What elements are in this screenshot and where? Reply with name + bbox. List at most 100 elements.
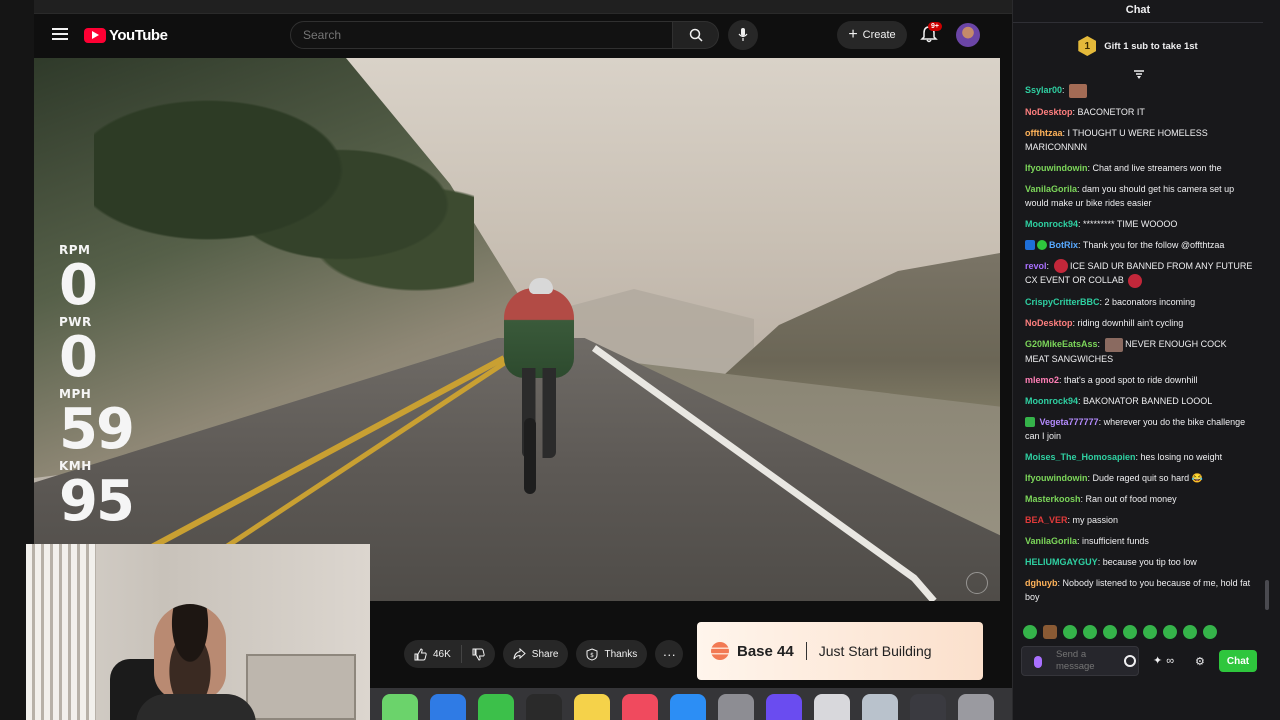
chat-message: revol: ICE SAID UR BANNED FROM ANY FUTUR… [1025,259,1253,288]
emote-button[interactable] [1043,625,1057,639]
chat-username[interactable]: offthtzaa [1025,128,1063,138]
chat-message-input[interactable] [1056,649,1118,675]
chat-text: BAKONATOR BANNED LOOOL [1083,395,1213,406]
messages-app-icon[interactable] [382,694,418,720]
chat-username[interactable]: Moonrock94 [1025,219,1078,229]
search-box [290,21,673,49]
chat-message: Vegeta777777: wherever you do the bike c… [1025,415,1253,443]
chat-username[interactable]: Ssylar00 [1025,85,1062,95]
chat-username[interactable]: dghuyb [1025,578,1058,588]
chat-username[interactable]: Ifyouwindowin [1025,163,1088,173]
stat-mph: MPH 59 [59,387,139,459]
streamer-webcam [26,544,370,720]
emoji-picker-icon[interactable] [1124,655,1136,667]
bot-badge-icon [1025,240,1035,251]
finder-window-icon[interactable] [862,694,898,720]
account-avatar[interactable] [956,23,980,47]
microphone-icon [738,28,748,41]
emote-button[interactable] [1183,625,1197,639]
emote-button[interactable] [1063,625,1077,639]
chat-message: BotRix: Thank you for the follow @offtht… [1025,238,1253,252]
video-player[interactable]: RPM 0 PWR 0 MPH 59 KMH 95 [34,58,1000,601]
chat-username[interactable]: mlemo2 [1025,375,1059,385]
system-settings-icon[interactable] [718,694,754,720]
chat-send-button[interactable]: Chat [1219,650,1257,672]
like-button[interactable]: 46K [404,640,461,668]
skype-app-icon[interactable] [766,694,802,720]
chat-badge-icon[interactable] [1034,656,1042,668]
cyclist-helmet [529,278,553,294]
minimized-window-icon[interactable] [910,694,946,720]
search-button[interactable] [673,21,719,49]
chat-text: 2 baconators incoming [1104,296,1196,307]
cyclist-body [504,288,574,378]
emote-button[interactable] [1203,625,1217,639]
chat-username[interactable]: NoDesktop [1025,107,1073,117]
share-arrow-icon [513,648,526,660]
emote-button[interactable] [1023,625,1037,639]
plus-icon: + [848,26,858,43]
hamburger-menu-icon[interactable] [52,28,68,40]
chat-message: VanilaGorila: insufficient funds [1025,534,1253,548]
channel-watermark-icon [966,572,988,594]
chat-scrollbar-thumb[interactable] [1265,580,1269,610]
stat-kmh: KMH 95 [59,459,139,531]
chat-username[interactable]: Moises_The_Homosapien [1025,452,1136,462]
thanks-button[interactable]: $ Thanks [576,640,648,668]
chat-colon: : [1097,338,1103,349]
emote-button[interactable] [1083,625,1097,639]
music-app-icon[interactable] [622,694,658,720]
chat-text: Ran out of food money [1085,493,1177,504]
preview-app-icon[interactable] [814,694,850,720]
quick-emote-bar [1023,625,1253,639]
stat-value: 95 [59,469,135,534]
chat-username[interactable]: VanilaGorila [1025,536,1077,546]
obs-app-icon[interactable] [526,694,562,720]
mail-app-icon[interactable] [430,694,466,720]
chat-username[interactable]: VanilaGorila [1025,184,1077,194]
dislike-button[interactable] [462,640,495,668]
emote-button[interactable] [1123,625,1137,639]
chat-message: CrispyCritterBBC: 2 baconators incoming [1025,295,1253,309]
notes-app-icon[interactable] [574,694,610,720]
youtube-logo[interactable]: YouTube [84,26,168,44]
search-input[interactable] [291,22,672,48]
facetime-app-icon[interactable] [478,694,514,720]
channel-points[interactable]: ✦ ∞ [1153,654,1174,668]
create-button[interactable]: + Create [837,21,907,49]
share-button[interactable]: Share [502,640,569,668]
gift-sub-leaderboard[interactable]: 1 Gift 1 sub to take 1st [1013,36,1263,56]
chat-username[interactable]: G20MikeEatsAss [1025,339,1098,349]
emote-button[interactable] [1103,625,1117,639]
chat-username[interactable]: Vegeta777777 [1040,417,1099,427]
chat-panel: Chat 1 Gift 1 sub to take 1st Ssylar00: … [1012,0,1280,720]
chat-settings-gear-icon[interactable]: ⚙ [1195,655,1205,668]
chat-text: riding downhill ain't cycling [1077,317,1184,328]
chat-text: ********* TIME WOOOO [1083,218,1178,229]
share-label: Share [531,648,559,660]
chat-username[interactable]: CrispyCritterBBC [1025,297,1100,307]
like-count: 46K [433,648,451,660]
chat-username[interactable]: Moonrock94 [1025,396,1078,406]
chat-message: VanilaGorila: dam you should get his cam… [1025,182,1253,210]
stat-rpm: RPM 0 [59,243,139,315]
chat-username[interactable]: Ifyouwindowin [1025,473,1088,483]
chat-text: hes losing no weight [1140,451,1223,462]
app-store-icon[interactable] [670,694,706,720]
voice-search-button[interactable] [728,20,758,50]
chat-collapse-icon[interactable] [1133,70,1145,80]
chat-username[interactable]: BotRix [1049,240,1078,250]
chat-username[interactable]: HELIUMGAYGUY [1025,557,1098,567]
more-actions-button[interactable]: ··· [655,640,684,668]
chat-username[interactable]: BEA_VER [1025,515,1068,525]
chat-username[interactable]: Masterkoosh [1025,494,1081,504]
chat-message: dghuyb: Nobody listened to you because o… [1025,576,1253,604]
chat-username[interactable]: revol [1025,261,1047,271]
trash-icon[interactable] [958,694,994,720]
chat-scrollbar[interactable] [1265,0,1271,720]
emote-button[interactable] [1143,625,1157,639]
super-thanks-icon: $ [586,647,598,661]
chat-username[interactable]: NoDesktop [1025,318,1073,328]
emote-button[interactable] [1163,625,1177,639]
ad-banner[interactable]: Base 44 Just Start Building [697,622,983,680]
